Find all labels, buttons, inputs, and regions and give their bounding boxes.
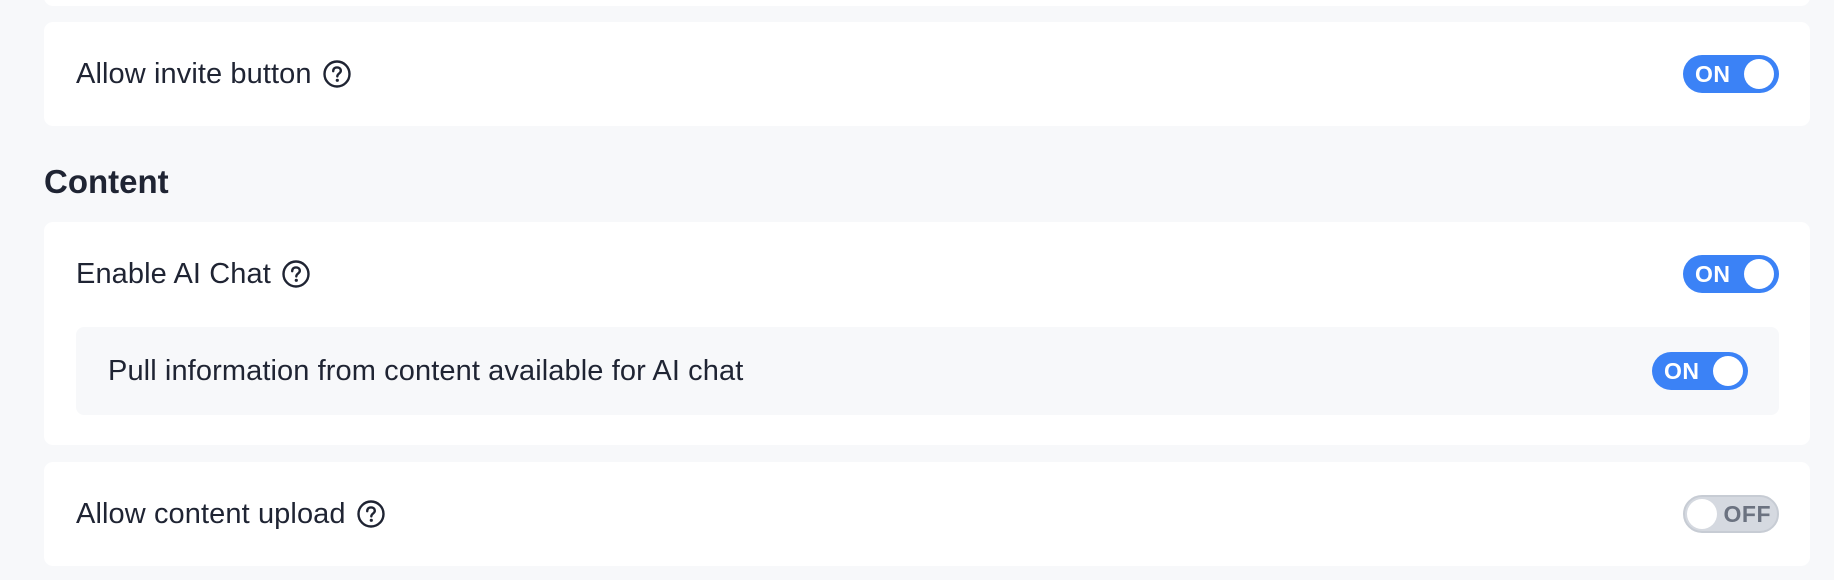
invite-setting-card: Allow invite button ON bbox=[44, 22, 1810, 126]
content-upload-toggle[interactable]: OFF bbox=[1683, 495, 1779, 533]
content-section-title: Content bbox=[44, 163, 169, 200]
content-upload-setting-card: Allow content upload OFF bbox=[44, 462, 1810, 566]
content-upload-label: Allow content upload bbox=[76, 497, 346, 530]
toggle-knob bbox=[1744, 59, 1774, 89]
question-circle-icon[interactable] bbox=[356, 499, 386, 529]
invite-setting-label-group: Allow invite button bbox=[76, 58, 352, 91]
content-upload-label-group: Allow content upload bbox=[76, 498, 386, 531]
content-upload-setting-row: Allow content upload OFF bbox=[44, 462, 1810, 566]
ai-chat-label-group: Enable AI Chat bbox=[76, 258, 311, 291]
invite-toggle[interactable]: ON bbox=[1683, 55, 1779, 93]
invite-toggle-text: ON bbox=[1695, 61, 1731, 87]
toggle-knob bbox=[1687, 499, 1717, 529]
settings-page: Allow invite button ON Content Enable AI… bbox=[0, 0, 1834, 580]
ai-chat-setting-card: Enable AI Chat ON Pull information from … bbox=[44, 222, 1810, 445]
toggle-knob bbox=[1744, 259, 1774, 289]
question-circle-icon[interactable] bbox=[322, 59, 352, 89]
invite-setting-row: Allow invite button ON bbox=[44, 22, 1810, 126]
ai-chat-toggle[interactable]: ON bbox=[1683, 255, 1779, 293]
ai-chat-label: Enable AI Chat bbox=[76, 257, 271, 290]
invite-setting-label: Allow invite button bbox=[76, 57, 312, 90]
ai-chat-toggle-text: ON bbox=[1695, 261, 1731, 287]
ai-chat-sub-setting-row: Pull information from content available … bbox=[76, 327, 1779, 415]
previous-setting-card bbox=[44, 0, 1810, 6]
ai-chat-sub-setting-toggle-text: ON bbox=[1664, 358, 1700, 384]
ai-chat-setting-row: Enable AI Chat ON bbox=[44, 222, 1810, 326]
toggle-knob bbox=[1713, 356, 1743, 386]
ai-chat-sub-setting-label: Pull information from content available … bbox=[108, 354, 744, 387]
question-circle-icon[interactable] bbox=[281, 259, 311, 289]
ai-chat-sub-setting-toggle[interactable]: ON bbox=[1652, 352, 1748, 390]
content-upload-toggle-text: OFF bbox=[1723, 501, 1771, 527]
